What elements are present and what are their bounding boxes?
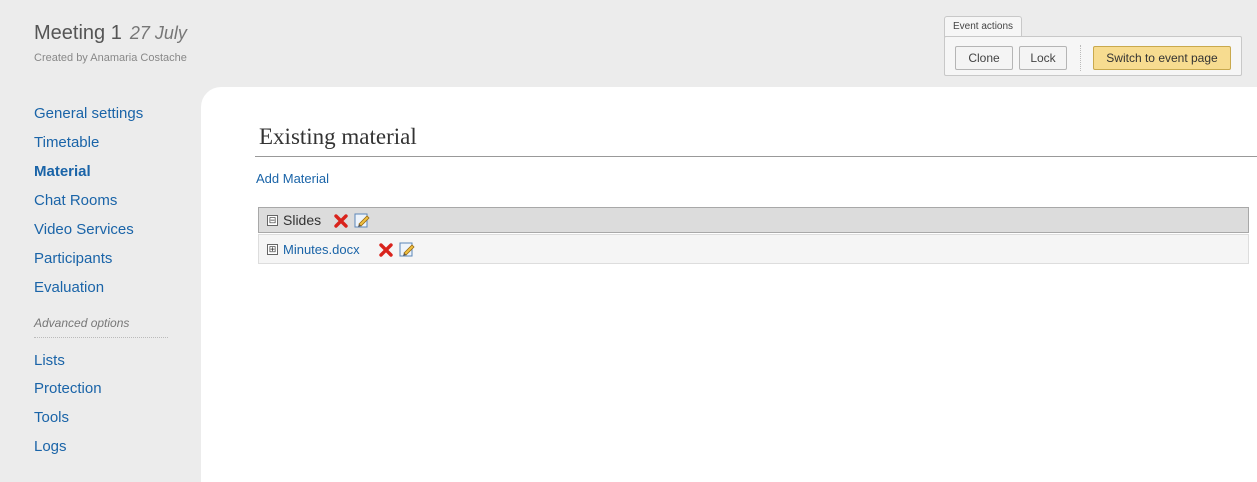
material-file-row: ⊞ Minutes.docx — [258, 234, 1249, 264]
created-by: Created by Anamaria Costache — [34, 52, 187, 64]
event-title-text: Meeting 1 — [34, 22, 122, 44]
expand-toggle-icon[interactable]: ⊞ — [267, 244, 278, 255]
sidebar-item-material[interactable]: Material — [34, 163, 91, 180]
sidebar-item-video-services[interactable]: Video Services — [34, 221, 134, 238]
page-title: Existing material — [259, 124, 417, 149]
folder-label: Slides — [283, 212, 322, 228]
sidebar-item-lists[interactable]: Lists — [34, 352, 65, 369]
advanced-options-divider — [34, 337, 168, 338]
edit-pencil-icon[interactable] — [354, 212, 370, 228]
title-divider — [255, 156, 1257, 157]
delete-x-icon[interactable] — [334, 214, 348, 228]
sidebar-item-general-settings[interactable]: General settings — [34, 105, 143, 122]
edit-pencil-icon[interactable] — [399, 241, 415, 257]
clone-button[interactable]: Clone — [955, 46, 1013, 70]
actions-separator — [1080, 45, 1081, 71]
main-content: Existing material Add Material ⊟ Slides … — [201, 87, 1257, 482]
file-link[interactable]: Minutes.docx — [283, 242, 360, 257]
sidebar-item-evaluation[interactable]: Evaluation — [34, 279, 104, 296]
event-actions-tab: Event actions — [944, 16, 1023, 37]
sidebar-item-protection[interactable]: Protection — [34, 380, 102, 397]
event-date: 27 July — [129, 23, 187, 43]
lock-button[interactable]: Lock — [1019, 46, 1067, 70]
event-title: Meeting 1 27 July — [34, 22, 187, 45]
sidebar-item-tools[interactable]: Tools — [34, 409, 69, 426]
advanced-options-label: Advanced options — [34, 316, 130, 330]
add-material-link[interactable]: Add Material — [256, 171, 329, 186]
sidebar-item-logs[interactable]: Logs — [34, 438, 67, 455]
material-folder-row: ⊟ Slides — [258, 207, 1249, 233]
sidebar-item-chat-rooms[interactable]: Chat Rooms — [34, 192, 117, 209]
delete-x-icon[interactable] — [379, 243, 393, 257]
switch-to-event-page-button[interactable]: Switch to event page — [1093, 46, 1231, 70]
sidebar-item-participants[interactable]: Participants — [34, 250, 112, 267]
sidebar-item-timetable[interactable]: Timetable — [34, 134, 99, 151]
collapse-toggle-icon[interactable]: ⊟ — [267, 215, 278, 226]
